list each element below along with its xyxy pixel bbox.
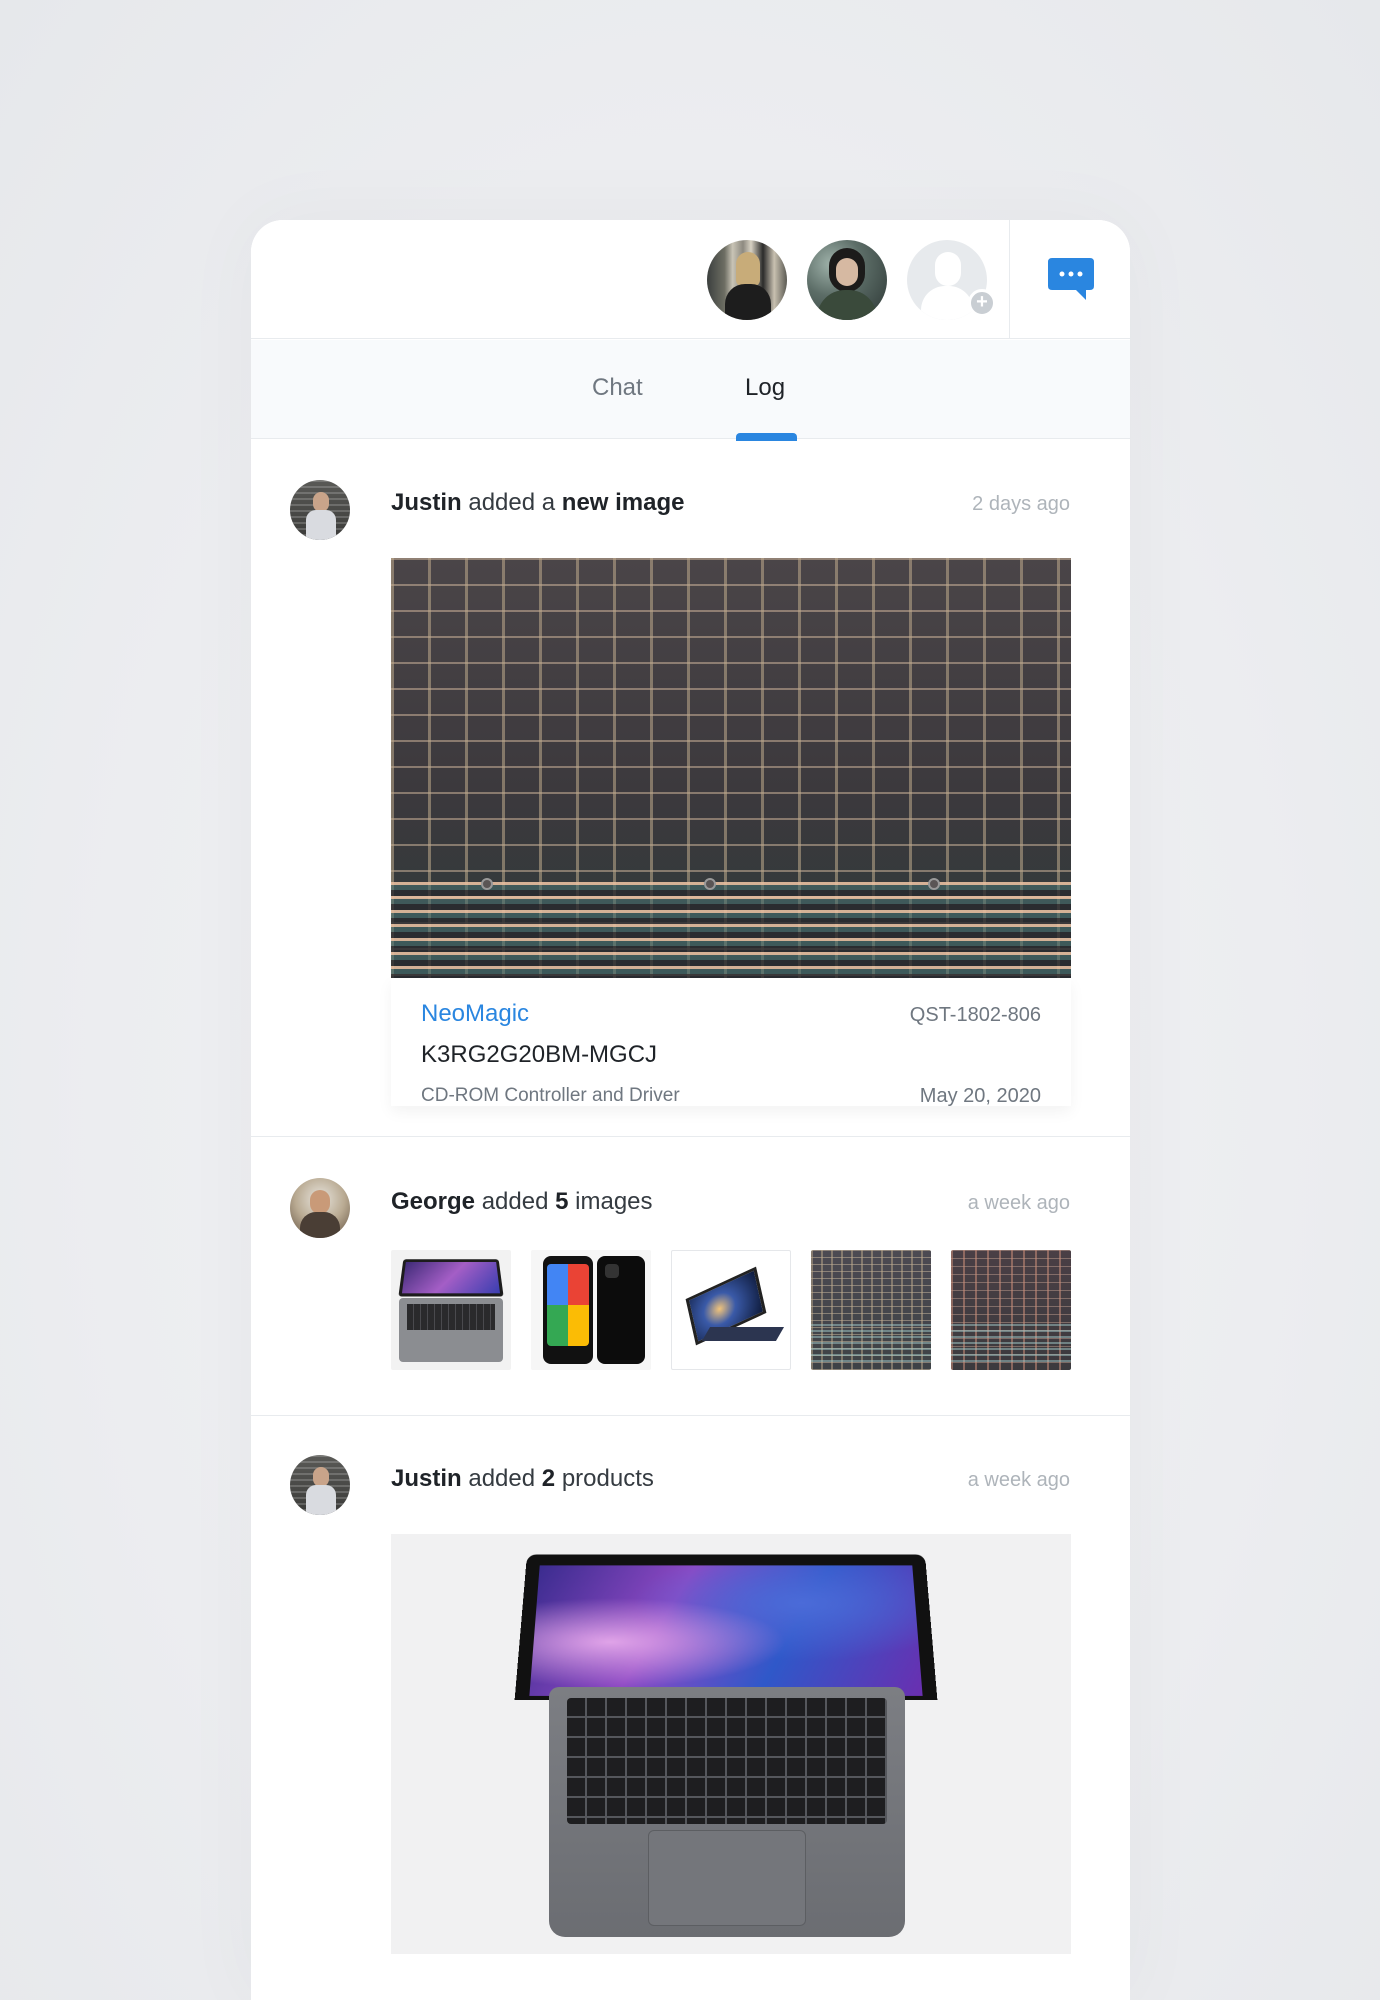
tab-log[interactable]: Log [745, 374, 785, 402]
thumbnail-laptop[interactable] [391, 1250, 511, 1370]
product-brand-link[interactable]: NeoMagic [421, 1000, 529, 1028]
entry-object: products [561, 1465, 654, 1492]
user-name[interactable]: George [391, 1188, 475, 1215]
avatar[interactable] [290, 480, 350, 540]
entry-count: 2 [541, 1465, 556, 1492]
entry-object: new image [561, 489, 685, 516]
chip-die-image[interactable] [391, 558, 1071, 978]
plus-icon[interactable]: + [968, 289, 996, 317]
image-thumbnails [391, 1250, 1071, 1370]
collaborator-avatars [707, 240, 987, 320]
product-description: CD-ROM Controller and Driver [421, 1085, 680, 1106]
entry-object: images [575, 1188, 653, 1215]
entry-verb: added [481, 1188, 549, 1215]
avatar[interactable] [807, 240, 887, 320]
thumbnail-phones[interactable] [531, 1250, 651, 1370]
entry-title: Justin added 2 products [391, 1465, 654, 1493]
product-code: QST-1802-806 [909, 1004, 1041, 1026]
chat-bubble-icon[interactable] [1046, 256, 1096, 304]
user-name[interactable]: Justin [391, 489, 462, 516]
log-entry: George added 5 images a week ago [251, 1137, 1130, 1416]
log-entry: Justin added 2 products a week ago [251, 1416, 1130, 2000]
avatar[interactable] [290, 1178, 350, 1238]
thumbnail-chip-die[interactable] [951, 1250, 1071, 1370]
timestamp: a week ago [967, 1192, 1070, 1214]
tab-chat[interactable]: Chat [592, 374, 643, 402]
user-name[interactable]: Justin [391, 1465, 462, 1492]
entry-verb: added [468, 1465, 536, 1492]
timestamp: 2 days ago [972, 493, 1070, 515]
thumbnail-chip-die[interactable] [811, 1250, 931, 1370]
product-part-number: K3RG2G20BM-MGCJ [421, 1041, 658, 1068]
entry-verb: added a [468, 489, 556, 516]
log-entry: Justin added a new image 2 days ago NeoM… [251, 440, 1130, 1137]
entry-count: 5 [555, 1188, 569, 1215]
avatar[interactable] [707, 240, 787, 320]
tab-bar: Chat Log [251, 340, 1130, 439]
product-date: May 20, 2020 [919, 1085, 1041, 1107]
timestamp: a week ago [967, 1469, 1070, 1491]
entry-title: George added 5 images [391, 1188, 653, 1216]
panel-header: + [251, 220, 1130, 339]
avatar[interactable] [290, 1455, 350, 1515]
product-card[interactable]: NeoMagic QST-1802-806 K3RG2G20BM-MGCJ CD… [391, 978, 1071, 1107]
thumbnail-tablet[interactable] [671, 1250, 791, 1370]
activity-panel: + Chat Log Justin added a new image 2 da… [251, 220, 1130, 2000]
entry-title: Justin added a new image [391, 489, 685, 517]
header-divider [1009, 220, 1010, 339]
product-laptop-image[interactable] [391, 1534, 1071, 1954]
